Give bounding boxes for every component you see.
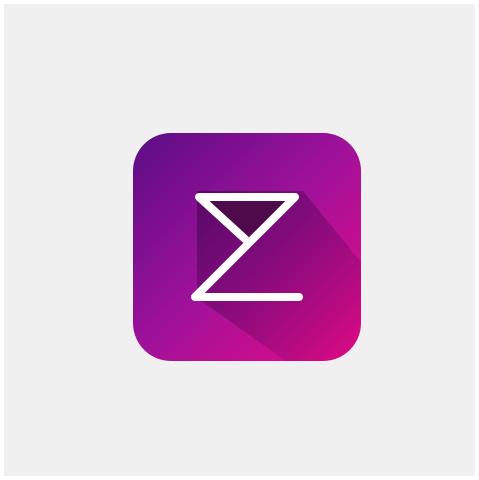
z-hourglass-logo-icon — [133, 133, 361, 361]
canvas-background — [4, 4, 475, 476]
app-icon[interactable] — [133, 133, 361, 361]
